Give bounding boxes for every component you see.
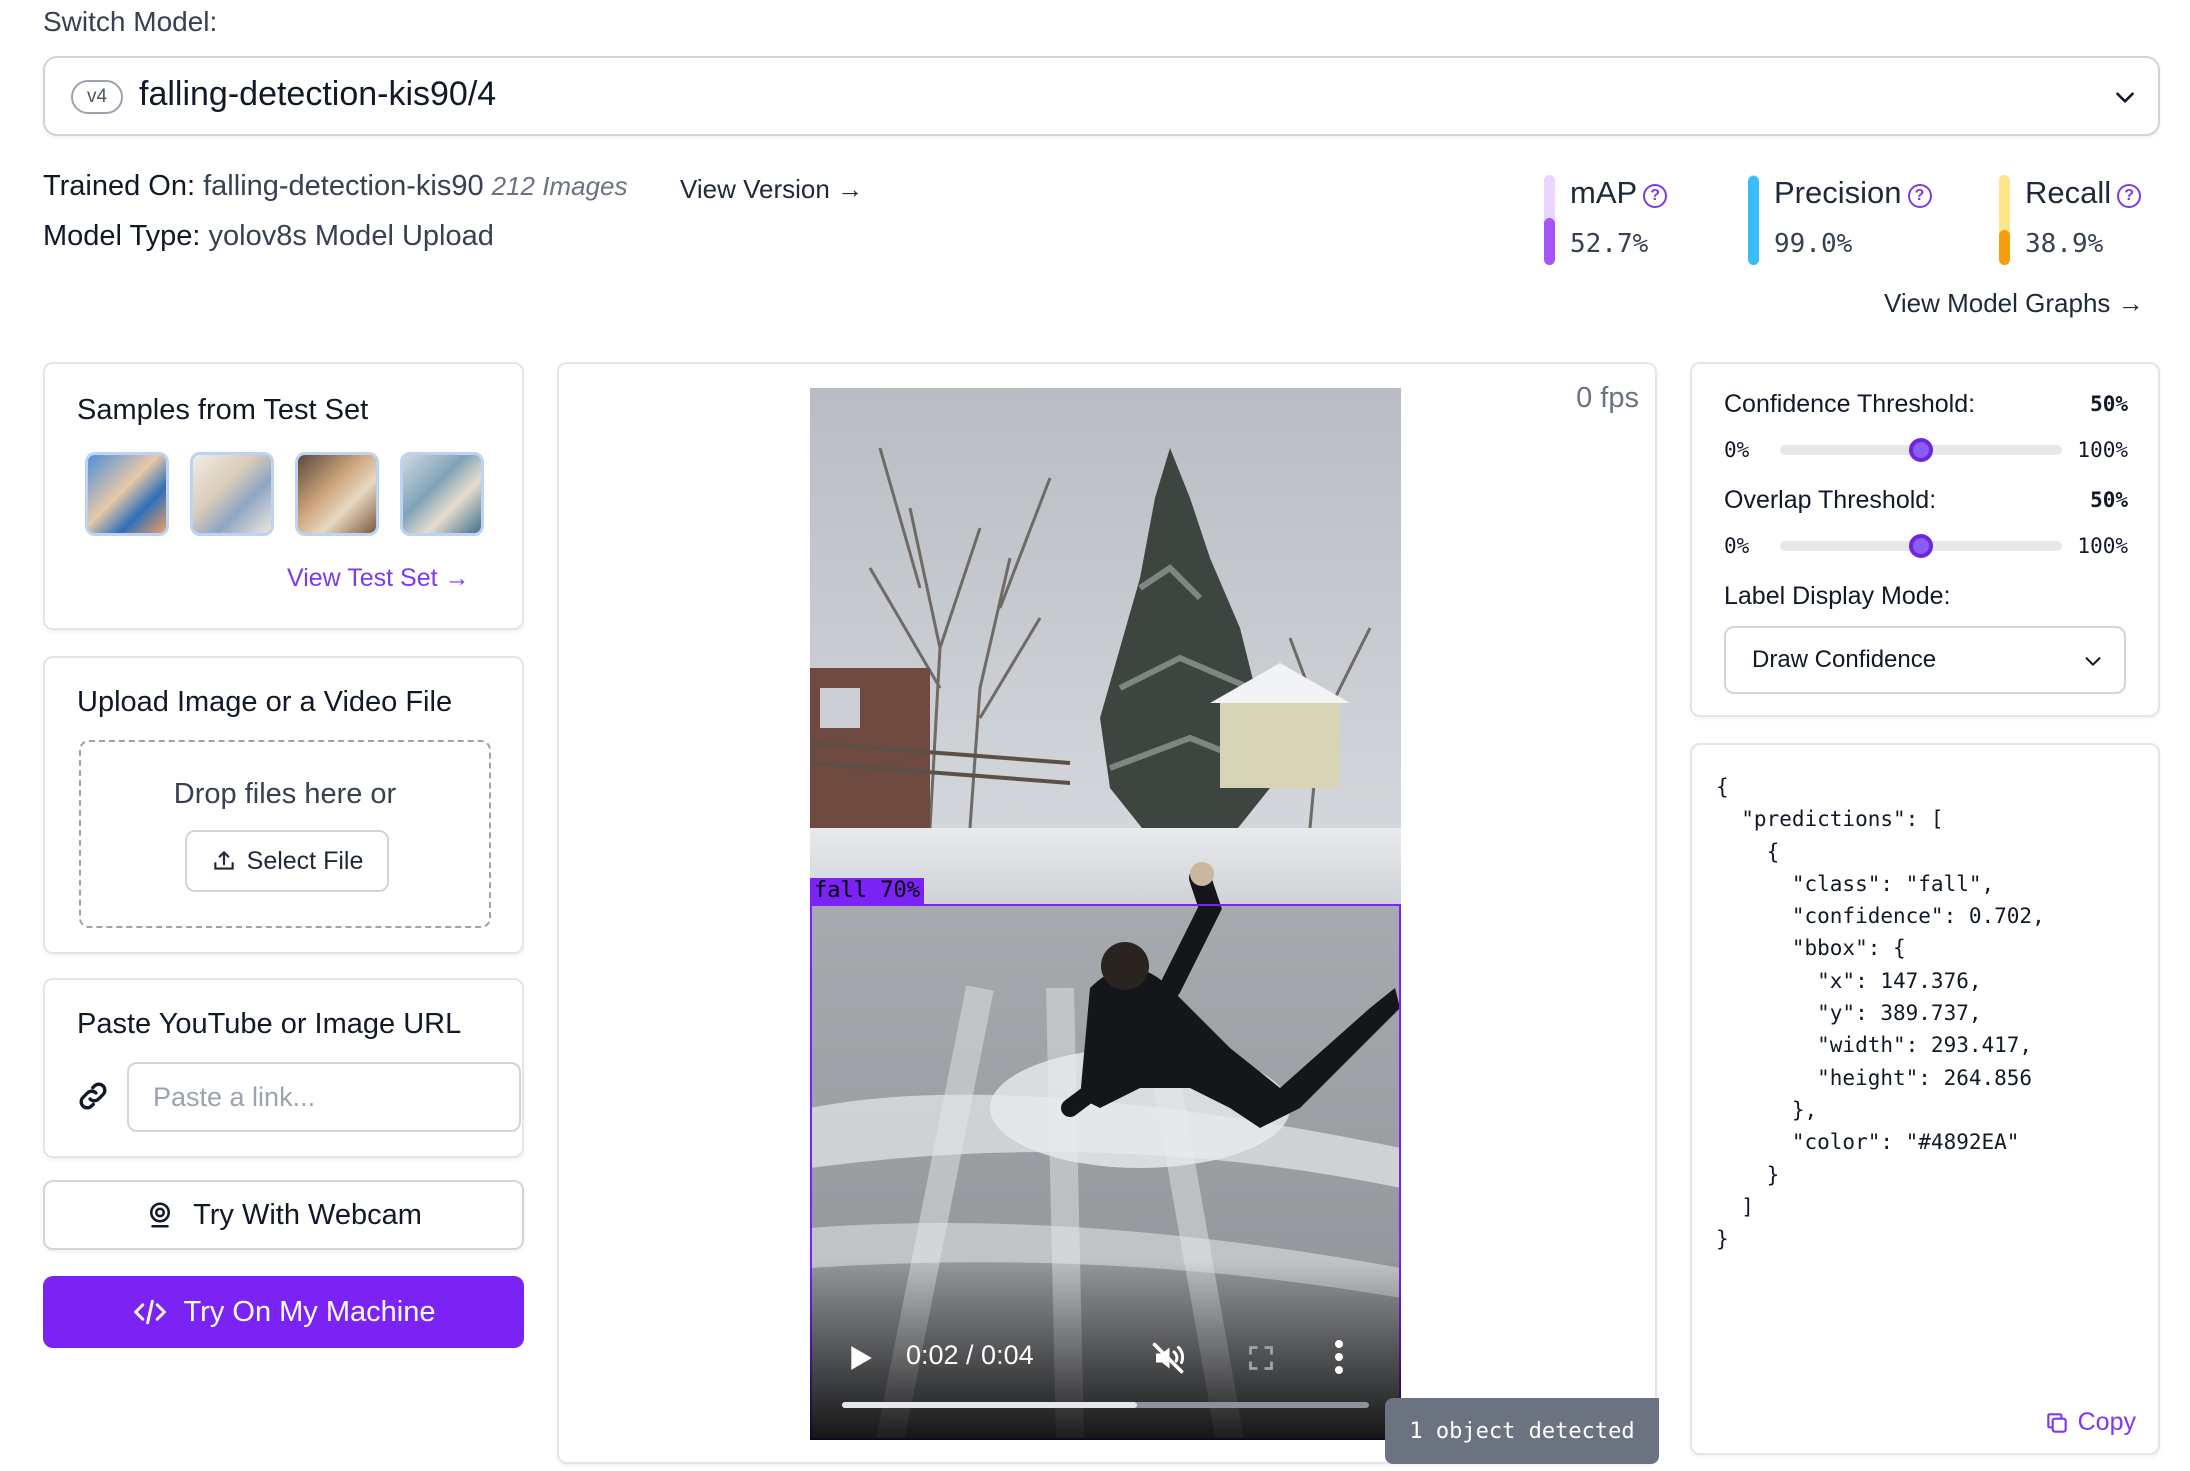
- help-icon[interactable]: ?: [1907, 184, 1932, 208]
- try-on-machine-button[interactable]: Try On My Machine: [43, 1276, 524, 1348]
- sample-thumbnail[interactable]: [190, 452, 274, 536]
- confidence-label: Confidence Threshold:: [1724, 390, 1976, 418]
- select-file-button[interactable]: Select File: [185, 830, 389, 892]
- copy-icon: [2046, 1412, 2067, 1433]
- video-card: 0 fps fall 70% 0:02 / 0:04 1 object dete…: [557, 362, 1659, 1464]
- more-options-icon[interactable]: [1333, 1338, 1345, 1376]
- webcam-label: Try With Webcam: [193, 1198, 422, 1231]
- display-mode-label: Label Display Mode:: [1724, 582, 1951, 610]
- settings-card: Confidence Threshold: 50% 0% 100% Overla…: [1690, 362, 2160, 717]
- model-name: falling-detection-kis90/4: [139, 75, 497, 113]
- confidence-max: 100%: [2077, 438, 2128, 462]
- metric-label: Precision: [1774, 175, 1902, 210]
- model-select[interactable]: v4 falling-detection-kis90/4: [43, 56, 2160, 136]
- help-icon[interactable]: ?: [1643, 184, 1668, 208]
- display-mode-value: Draw Confidence: [1752, 646, 1937, 673]
- view-version-link[interactable]: View Version →: [680, 174, 863, 205]
- upload-title: Upload Image or a Video File: [77, 686, 453, 718]
- metric-bar: [1544, 175, 1555, 265]
- video-progress-bar[interactable]: [842, 1402, 1369, 1408]
- trained-on-label: Trained On:: [43, 170, 196, 202]
- url-input[interactable]: [127, 1062, 521, 1132]
- trained-on-line: Trained On: falling-detection-kis90 212 I…: [43, 170, 627, 203]
- predictions-json: { "predictions": [ { "class": "fall", "c…: [1716, 775, 2045, 1252]
- metric-label: Recall: [2025, 175, 2112, 210]
- metric-label: mAP: [1570, 175, 1638, 210]
- url-card: Paste YouTube or Image URL: [43, 978, 524, 1158]
- overlap-min: 0%: [1724, 534, 1750, 558]
- json-output-card: { "predictions": [ { "class": "fall", "c…: [1690, 743, 2160, 1455]
- images-count: 212 Images: [491, 171, 628, 201]
- fullscreen-icon[interactable]: [1247, 1344, 1275, 1372]
- sample-thumbnail[interactable]: [85, 452, 169, 536]
- play-icon[interactable]: [848, 1344, 874, 1372]
- mute-icon[interactable]: [1150, 1340, 1186, 1376]
- chevron-down-icon: [2116, 92, 2134, 103]
- copy-button[interactable]: Copy: [2044, 1408, 2136, 1437]
- overlap-value: 50%: [2090, 488, 2128, 512]
- confidence-min: 0%: [1724, 438, 1750, 462]
- try-webcam-button[interactable]: Try With Webcam: [43, 1180, 524, 1250]
- trained-on-dataset: falling-detection-kis90: [203, 170, 484, 202]
- confidence-value: 50%: [2090, 392, 2128, 416]
- metric-value: 38.9%: [2025, 229, 2104, 259]
- view-test-set-link[interactable]: View Test Set →: [287, 564, 470, 593]
- machine-label: Try On My Machine: [183, 1295, 436, 1328]
- display-mode-select[interactable]: Draw Confidence: [1724, 626, 2126, 694]
- url-title: Paste YouTube or Image URL: [77, 1008, 462, 1040]
- overlap-max: 100%: [2077, 534, 2128, 558]
- metric-value: 52.7%: [1570, 229, 1649, 259]
- video-time: 0:02 / 0:04: [906, 1340, 1034, 1370]
- model-type-value: yolov8s Model Upload: [208, 220, 494, 252]
- slider-handle[interactable]: [1909, 438, 1933, 462]
- code-icon: [133, 1299, 166, 1325]
- sample-thumbnail[interactable]: [400, 452, 484, 536]
- samples-card: Samples from Test Set View Test Set →: [43, 362, 524, 630]
- upload-icon: [213, 851, 234, 870]
- dropzone[interactable]: Drop files here or Select File: [79, 740, 491, 928]
- metric-bar: [1748, 175, 1759, 265]
- objects-detected-badge: 1 object detected: [1385, 1398, 1659, 1464]
- chevron-down-icon: [2085, 657, 2101, 666]
- slider-handle[interactable]: [1909, 534, 1933, 558]
- samples-title: Samples from Test Set: [77, 394, 369, 426]
- overlap-label: Overlap Threshold:: [1724, 486, 1937, 514]
- view-model-graphs-link[interactable]: View Model Graphs →: [1884, 288, 2144, 319]
- switch-model-label: Switch Model:: [43, 6, 218, 37]
- copy-label: Copy: [2077, 1408, 2136, 1436]
- webcam-icon: [150, 1202, 171, 1228]
- version-badge: v4: [71, 80, 123, 114]
- metric-bar: [1999, 175, 2010, 265]
- model-type-line: Model Type: yolov8s Model Upload: [43, 220, 494, 253]
- video-progress-fill: [842, 1402, 1138, 1408]
- confidence-slider[interactable]: [1780, 438, 2062, 462]
- metric-value: 99.0%: [1774, 229, 1853, 259]
- link-icon: [79, 1082, 107, 1110]
- help-icon[interactable]: ?: [2117, 184, 2142, 208]
- select-file-label: Select File: [246, 846, 364, 875]
- detection-label: fall 70%: [810, 878, 924, 904]
- overlap-slider[interactable]: [1780, 534, 2062, 558]
- fps-counter: 0 fps: [1576, 382, 1639, 414]
- model-type-label: Model Type:: [43, 220, 201, 252]
- drop-text: Drop files here or: [173, 778, 397, 810]
- upload-card: Upload Image or a Video File Drop files …: [43, 656, 524, 954]
- video-player[interactable]: fall 70% 0:02 / 0:04: [810, 388, 1401, 1440]
- sample-thumbnail[interactable]: [295, 452, 379, 536]
